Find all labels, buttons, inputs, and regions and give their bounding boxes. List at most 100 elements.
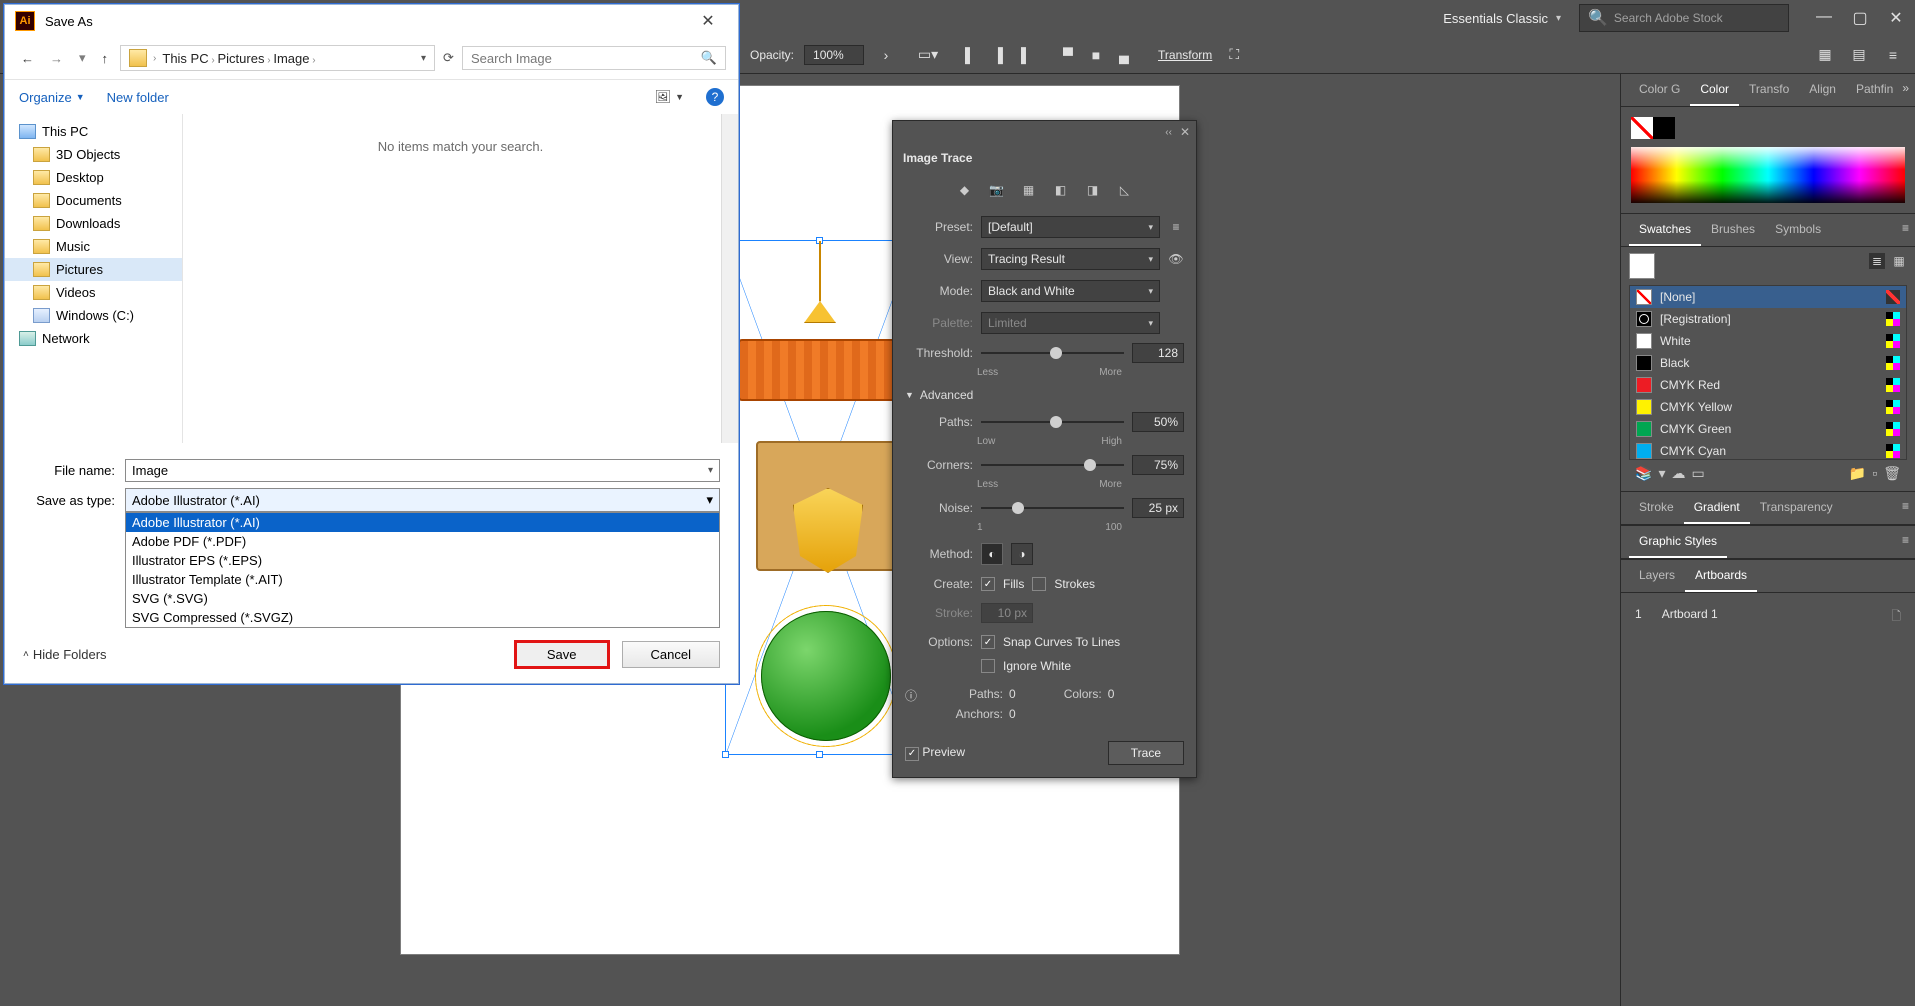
search-box[interactable]: 🔍 <box>462 46 726 70</box>
window-restore-button[interactable]: ▢ <box>1851 8 1869 28</box>
panel-menu-icon[interactable]: ≡ <box>1881 43 1905 67</box>
panel-options-icon[interactable]: » <box>1902 81 1909 95</box>
chevron-right-icon[interactable]: › <box>874 43 898 67</box>
align-bottom-icon[interactable]: ▄ <box>1112 43 1136 67</box>
tab-artboards[interactable]: Artboards <box>1685 560 1757 592</box>
type-option[interactable]: SVG (*.SVG) <box>126 589 719 608</box>
swatch-libraries-icon[interactable]: 📚 <box>1635 465 1652 482</box>
fills-checkbox[interactable] <box>981 577 995 591</box>
dialog-close-button[interactable]: ✕ <box>688 11 728 31</box>
organize-button[interactable]: Organize▼ <box>19 90 85 105</box>
files-pane[interactable]: No items match your search. <box>183 114 738 443</box>
save-type-list[interactable]: Adobe Illustrator (*.AI)Adobe PDF (*.PDF… <box>125 512 720 628</box>
new-group-icon[interactable]: 📁 <box>1849 465 1866 482</box>
image-trace-tab[interactable]: Image Trace <box>893 143 1196 173</box>
tree-item-pictures[interactable]: Pictures <box>5 258 182 281</box>
window-minimize-button[interactable]: — <box>1815 8 1833 28</box>
panel-options-icon[interactable]: ≡ <box>1902 533 1909 547</box>
type-option[interactable]: SVG Compressed (*.SVGZ) <box>126 608 719 627</box>
refresh-button[interactable]: ⟳ <box>443 50 454 66</box>
align-left-icon[interactable]: ▌ <box>958 43 982 67</box>
type-option[interactable]: Illustrator EPS (*.EPS) <box>126 551 719 570</box>
tree-item-music[interactable]: Music <box>5 235 182 258</box>
preset-dropdown[interactable]: [Default]▾ <box>981 216 1160 238</box>
artboard-row[interactable]: 1 Artboard 1 🗋 <box>1631 601 1905 634</box>
hide-folders-button[interactable]: ˄Hide Folders <box>23 647 107 662</box>
color-group-icon[interactable]: ▭ <box>1691 465 1704 482</box>
tree-item-windows-c-[interactable]: Windows (C:) <box>5 304 182 327</box>
close-icon[interactable]: ✕ <box>1180 125 1190 139</box>
swatch-row[interactable]: Black <box>1630 352 1906 374</box>
tree-item-videos[interactable]: Videos <box>5 281 182 304</box>
selection-bounds[interactable] <box>725 240 915 755</box>
stock-search-input[interactable] <box>1614 11 1780 25</box>
new-swatch-icon[interactable]: ▫ <box>1872 465 1877 482</box>
threshold-value[interactable]: 128 <box>1132 343 1184 363</box>
doc-setup-icon[interactable]: ▭▾ <box>916 43 940 67</box>
tab-transfo[interactable]: Transfo <box>1739 74 1799 106</box>
tab-color-g[interactable]: Color G <box>1629 74 1690 106</box>
opacity-field[interactable]: 100% <box>804 45 864 65</box>
panel-options-icon[interactable]: ≡ <box>1902 499 1909 513</box>
tree-item-network[interactable]: Network <box>5 327 182 350</box>
tree-item-this-pc[interactable]: This PC <box>5 120 182 143</box>
search-input[interactable] <box>471 51 701 66</box>
tab-stroke[interactable]: Stroke <box>1629 492 1684 524</box>
view-dropdown[interactable]: Tracing Result▾ <box>981 248 1160 270</box>
preset-photo-icon[interactable]: 📷 <box>987 181 1007 199</box>
tab-pathfin[interactable]: Pathfin <box>1846 74 1903 106</box>
snap-checkbox[interactable] <box>981 635 995 649</box>
type-option[interactable]: Illustrator Template (*.AIT) <box>126 570 719 589</box>
corners-slider[interactable] <box>981 457 1124 473</box>
swatch-row[interactable]: [Registration] <box>1630 308 1906 330</box>
save-type-dropdown[interactable]: Adobe Illustrator (*.AI)▾ <box>125 488 720 512</box>
align-top-icon[interactable]: ▀ <box>1056 43 1080 67</box>
trace-button[interactable]: Trace <box>1108 741 1184 765</box>
tab-align[interactable]: Align <box>1799 74 1846 106</box>
stroke-swatch[interactable] <box>1653 117 1675 139</box>
collapse-icon[interactable]: ‹‹ <box>1165 127 1172 138</box>
align-hcenter-icon[interactable]: ▐ <box>986 43 1010 67</box>
panel-dock-icon[interactable]: ▦ <box>1813 43 1837 67</box>
breadcrumb-segment[interactable]: This PC <box>162 51 208 66</box>
tree-item-downloads[interactable]: Downloads <box>5 212 182 235</box>
transform-link[interactable]: Transform <box>1158 48 1212 62</box>
swatch-row[interactable]: CMYK Green <box>1630 418 1906 440</box>
tree-item-documents[interactable]: Documents <box>5 189 182 212</box>
align-right-icon[interactable]: ▌ <box>1014 43 1038 67</box>
swatch-row[interactable]: CMYK Red <box>1630 374 1906 396</box>
tab-swatches[interactable]: Swatches <box>1629 214 1701 246</box>
color-spectrum[interactable] <box>1631 147 1905 203</box>
back-button[interactable]: ← <box>17 49 38 68</box>
eye-icon[interactable]: 👁 <box>1168 252 1184 266</box>
folder-tree[interactable]: This PC3D ObjectsDesktopDocumentsDownloa… <box>5 114 183 443</box>
tab-gradient[interactable]: Gradient <box>1684 492 1750 524</box>
threshold-slider[interactable] <box>981 345 1124 361</box>
ignore-white-checkbox[interactable] <box>981 659 995 673</box>
isolate-icon[interactable]: ⛶ <box>1222 43 1246 67</box>
recent-dropdown[interactable]: ▾ <box>75 48 90 68</box>
tab-symbols[interactable]: Symbols <box>1765 214 1831 246</box>
breadcrumb[interactable]: › This PC › Pictures › Image › ▾ <box>120 45 435 71</box>
artboard-options-icon[interactable]: 🗋 <box>1891 607 1901 628</box>
up-button[interactable]: ↑ <box>98 49 113 68</box>
swatch-row[interactable]: CMYK Cyan <box>1630 440 1906 460</box>
swatch-kind-icon[interactable]: ▾ <box>1658 465 1665 482</box>
tab-transparency[interactable]: Transparency <box>1750 492 1843 524</box>
type-option[interactable]: Adobe Illustrator (*.AI) <box>126 513 719 532</box>
tab-graphic-styles[interactable]: Graphic Styles <box>1629 526 1727 558</box>
type-option[interactable]: Adobe PDF (*.PDF) <box>126 532 719 551</box>
swatch-row[interactable]: [None] <box>1630 286 1906 308</box>
swatch-options-icon[interactable]: ☁ <box>1671 465 1685 482</box>
strokes-checkbox[interactable] <box>1032 577 1046 591</box>
preset-bw-icon[interactable]: ◨ <box>1083 181 1103 199</box>
advanced-toggle[interactable]: ▼Advanced <box>893 382 1196 408</box>
cancel-button[interactable]: Cancel <box>622 641 720 668</box>
tree-item-desktop[interactable]: Desktop <box>5 166 182 189</box>
save-button[interactable]: Save <box>514 640 610 669</box>
paths-slider[interactable] <box>981 414 1124 430</box>
preview-checkbox[interactable] <box>905 747 919 761</box>
workspace-switcher[interactable]: Essentials Classic ▾ <box>1435 7 1569 30</box>
tab-layers[interactable]: Layers <box>1629 560 1685 592</box>
method-abutting-button[interactable]: ◐ <box>981 543 1003 565</box>
